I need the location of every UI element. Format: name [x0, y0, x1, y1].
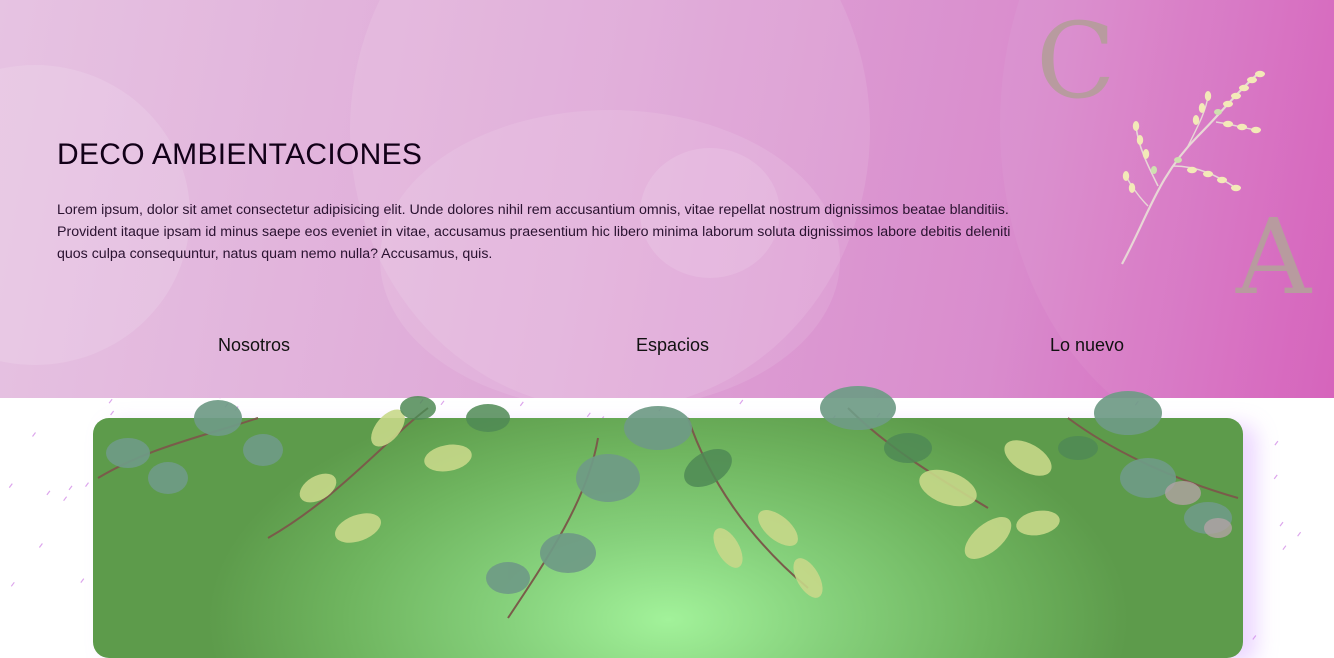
- intro-paragraph: Lorem ipsum, dolor sit amet consectetur …: [57, 199, 1017, 265]
- nav-link-nosotros[interactable]: Nosotros: [218, 335, 290, 356]
- logo-letter-a: A: [1236, 196, 1311, 318]
- logo-letter-c: C: [1036, 0, 1116, 122]
- hero-section: DECO AMBIENTACIONES Lorem ipsum, dolor s…: [0, 0, 1334, 398]
- nav-link-lo-nuevo[interactable]: Lo nuevo: [1050, 335, 1124, 356]
- page-title: DECO AMBIENTACIONES: [57, 138, 422, 172]
- leaf-garland-illustration: [88, 378, 1248, 628]
- nav-link-espacios[interactable]: Espacios: [636, 335, 709, 356]
